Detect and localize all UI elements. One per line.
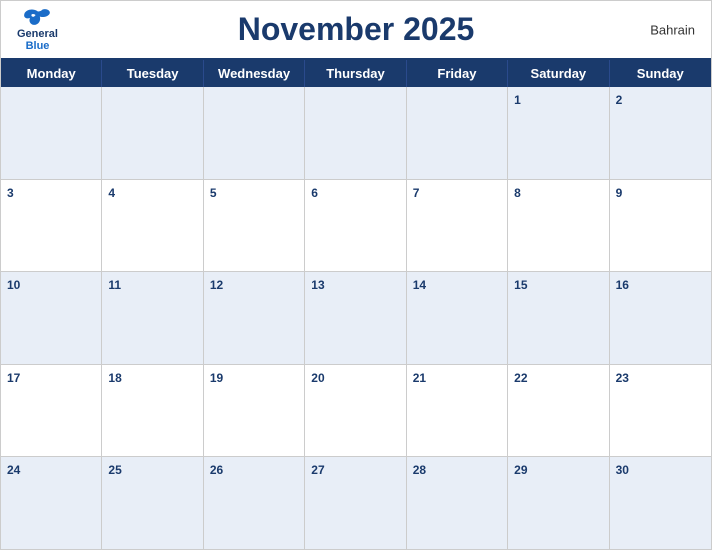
day-cell: [1, 87, 102, 179]
day-cell: 4: [102, 180, 203, 272]
calendar: General Blue November 2025 Bahrain Monda…: [0, 0, 712, 550]
country-label: Bahrain: [650, 22, 695, 37]
day-headers: MondayTuesdayWednesdayThursdayFridaySatu…: [1, 60, 711, 87]
logo-general-text: General: [17, 27, 58, 39]
week-row: 3 4 5 6 7 8 9: [1, 180, 711, 273]
day-header-tuesday: Tuesday: [102, 60, 203, 87]
day-number: 5: [210, 186, 217, 200]
day-header-monday: Monday: [1, 60, 102, 87]
day-number: 19: [210, 371, 223, 385]
day-cell: [204, 87, 305, 179]
day-cell: 28: [407, 457, 508, 549]
day-cell: 12: [204, 272, 305, 364]
day-number: 17: [7, 371, 20, 385]
day-number: 26: [210, 463, 223, 477]
day-cell: [102, 87, 203, 179]
day-cell: 8: [508, 180, 609, 272]
day-cell: 29: [508, 457, 609, 549]
day-cell: 1: [508, 87, 609, 179]
week-row: 17 18 19 20 21 22 23: [1, 365, 711, 458]
day-cell: 19: [204, 365, 305, 457]
logo-icon: [23, 7, 51, 27]
day-cell: 5: [204, 180, 305, 272]
day-number: 15: [514, 278, 527, 292]
day-cell: 10: [1, 272, 102, 364]
day-cell: 3: [1, 180, 102, 272]
day-cell: 13: [305, 272, 406, 364]
week-row: 12: [1, 87, 711, 180]
logo-blue-text: Blue: [26, 40, 50, 52]
day-number: 13: [311, 278, 324, 292]
day-cell: 15: [508, 272, 609, 364]
day-cell: 22: [508, 365, 609, 457]
day-cell: 25: [102, 457, 203, 549]
day-cell: 14: [407, 272, 508, 364]
day-number: 24: [7, 463, 20, 477]
day-header-sunday: Sunday: [610, 60, 711, 87]
day-cell: 6: [305, 180, 406, 272]
day-number: 9: [616, 186, 623, 200]
day-cell: 30: [610, 457, 711, 549]
day-number: 8: [514, 186, 521, 200]
day-cell: 17: [1, 365, 102, 457]
day-cell: 26: [204, 457, 305, 549]
day-number: 16: [616, 278, 629, 292]
day-number: 2: [616, 93, 623, 107]
day-number: 6: [311, 186, 318, 200]
day-number: 21: [413, 371, 426, 385]
week-row: 24 25 26 27 28 29 30: [1, 457, 711, 549]
logo: General Blue: [17, 7, 58, 51]
day-number: 14: [413, 278, 426, 292]
day-cell: 27: [305, 457, 406, 549]
day-header-thursday: Thursday: [305, 60, 406, 87]
calendar-grid: MondayTuesdayWednesdayThursdayFridaySatu…: [1, 58, 711, 549]
day-number: 25: [108, 463, 121, 477]
day-number: 23: [616, 371, 629, 385]
day-cell: 18: [102, 365, 203, 457]
day-cell: 16: [610, 272, 711, 364]
day-number: 30: [616, 463, 629, 477]
calendar-title: November 2025: [238, 11, 475, 48]
day-number: 7: [413, 186, 420, 200]
day-number: 10: [7, 278, 20, 292]
day-number: 29: [514, 463, 527, 477]
day-cell: 11: [102, 272, 203, 364]
day-header-saturday: Saturday: [508, 60, 609, 87]
day-number: 3: [7, 186, 14, 200]
weeks-container: 1234567891011121314151617181920212223242…: [1, 87, 711, 549]
calendar-header: General Blue November 2025 Bahrain: [1, 1, 711, 58]
day-header-friday: Friday: [407, 60, 508, 87]
day-cell: 21: [407, 365, 508, 457]
day-number: 11: [108, 278, 121, 292]
day-cell: 7: [407, 180, 508, 272]
day-number: 4: [108, 186, 115, 200]
day-number: 1: [514, 93, 521, 107]
day-cell: 23: [610, 365, 711, 457]
day-number: 28: [413, 463, 426, 477]
day-cell: [407, 87, 508, 179]
day-cell: 9: [610, 180, 711, 272]
day-number: 12: [210, 278, 223, 292]
day-cell: 20: [305, 365, 406, 457]
day-number: 18: [108, 371, 121, 385]
day-number: 22: [514, 371, 527, 385]
day-cell: 24: [1, 457, 102, 549]
day-number: 20: [311, 371, 324, 385]
day-header-wednesday: Wednesday: [204, 60, 305, 87]
day-cell: 2: [610, 87, 711, 179]
day-cell: [305, 87, 406, 179]
week-row: 10 11 12 13 14 15 16: [1, 272, 711, 365]
day-number: 27: [311, 463, 324, 477]
